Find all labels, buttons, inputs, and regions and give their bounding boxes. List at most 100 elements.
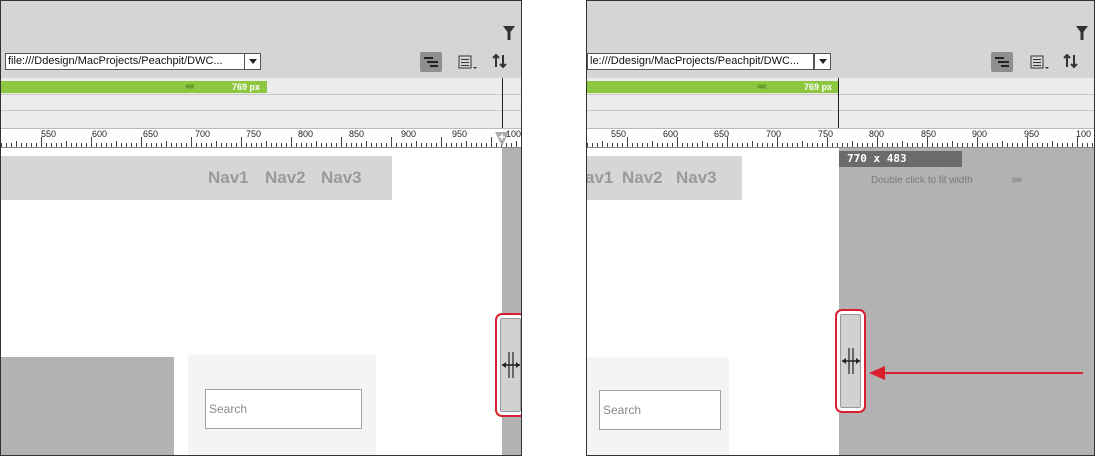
search-input[interactable]: Search xyxy=(205,389,362,429)
ruler-tick xyxy=(106,143,107,147)
ruler-tick xyxy=(1032,143,1033,147)
ruler-tick xyxy=(982,143,983,147)
add-media-query-icon[interactable] xyxy=(494,131,510,147)
ruler-tick xyxy=(702,141,703,147)
ruler-tick xyxy=(381,143,382,147)
nav-link-2[interactable]: Nav2 xyxy=(622,168,663,188)
ruler-tick xyxy=(56,143,57,147)
ruler-tick xyxy=(256,143,257,147)
ruler-tick xyxy=(231,143,232,147)
ruler-tick xyxy=(762,143,763,147)
sort-icon[interactable] xyxy=(491,52,513,72)
ruler-tick xyxy=(1047,143,1048,147)
ruler-label: 850 xyxy=(349,129,365,139)
ruler-tick xyxy=(847,143,848,147)
ruler-tick xyxy=(161,143,162,147)
code-navigator-icon[interactable] xyxy=(991,52,1013,72)
ruler-tick xyxy=(892,143,893,147)
ruler-tick xyxy=(607,143,608,147)
ruler-tick xyxy=(882,143,883,147)
ruler-tick xyxy=(131,143,132,147)
ruler-tick xyxy=(31,143,32,147)
filter-icon[interactable] xyxy=(503,26,515,40)
ruler-label: 600 xyxy=(663,129,679,139)
ruler-tick xyxy=(431,143,432,147)
ruler-tick xyxy=(722,143,723,147)
resize-handle[interactable] xyxy=(840,314,861,408)
nav-link-2[interactable]: Nav2 xyxy=(265,168,306,188)
ruler-tick xyxy=(732,143,733,147)
ruler-tick xyxy=(902,141,903,147)
ruler-tick xyxy=(386,143,387,147)
ruler-tick xyxy=(296,143,297,147)
nav-link-3[interactable]: Nav3 xyxy=(321,168,362,188)
ruler-tick xyxy=(797,143,798,147)
ruler-tick xyxy=(622,143,623,147)
ruler-tick xyxy=(376,143,377,147)
url-field[interactable]: le:///Ddesign/MacProjects/Peachpit/DWC..… xyxy=(587,53,814,70)
ruler-tick xyxy=(166,141,167,147)
dropdown-arrow-icon[interactable] xyxy=(244,53,261,70)
ruler-label: 950 xyxy=(452,129,468,139)
ruler-tick xyxy=(872,143,873,147)
ruler-tick xyxy=(436,143,437,147)
list-view-icon[interactable] xyxy=(456,52,478,72)
resize-handle[interactable] xyxy=(500,318,521,412)
ruler-tick xyxy=(111,143,112,147)
content-block xyxy=(1,357,174,455)
ruler-tick xyxy=(46,143,47,147)
ruler-tick xyxy=(136,143,137,147)
ruler-label: 750 xyxy=(818,129,834,139)
ruler-tick xyxy=(1002,141,1003,147)
resize-handle-icon xyxy=(501,352,520,378)
ruler-tick xyxy=(792,143,793,147)
document-toolbar: file:///Ddesign/MacProjects/Peachpit/DWC… xyxy=(1,1,521,78)
ruler-tick xyxy=(1017,143,1018,147)
ruler-tick xyxy=(647,143,648,147)
ruler-tick xyxy=(827,137,828,147)
code-navigator-icon[interactable] xyxy=(420,52,442,72)
nav-link-1[interactable]: av1 xyxy=(587,168,613,188)
ruler-tick xyxy=(832,143,833,147)
list-view-icon[interactable] xyxy=(1028,52,1050,72)
ruler-tick xyxy=(1,143,2,147)
ruler-tick xyxy=(1062,143,1063,147)
url-field[interactable]: file:///Ddesign/MacProjects/Peachpit/DWC… xyxy=(5,53,245,70)
ruler-tick xyxy=(466,141,467,147)
media-query-range[interactable]: ‹‹‹‹‹‹ 769 px xyxy=(1,81,267,93)
nav-link-3[interactable]: Nav3 xyxy=(676,168,717,188)
ruler-tick xyxy=(942,143,943,147)
horizontal-ruler: 550 600 650 700 750 800 850 900 950 100 xyxy=(587,128,1094,148)
ruler-tick xyxy=(36,143,37,147)
ruler-tick xyxy=(216,141,217,147)
ruler-tick xyxy=(782,143,783,147)
sort-icon[interactable] xyxy=(1062,52,1084,72)
ruler-tick xyxy=(306,143,307,147)
ruler-tick xyxy=(316,141,317,147)
media-query-range[interactable]: ‹‹‹‹‹‹ 769 px xyxy=(587,81,839,93)
ruler-tick xyxy=(26,143,27,147)
ruler-tick xyxy=(677,137,678,147)
ruler-tick xyxy=(747,143,748,147)
nav-bar: av1 Nav2 Nav3 xyxy=(587,156,742,200)
ruler-tick xyxy=(682,143,683,147)
ruler-tick xyxy=(126,143,127,147)
dropdown-arrow-icon[interactable] xyxy=(814,53,831,70)
search-input[interactable]: Search xyxy=(599,390,721,430)
filter-icon[interactable] xyxy=(1076,26,1088,40)
ruler-label: 550 xyxy=(41,129,57,139)
ruler-tick xyxy=(1072,143,1073,147)
page-overflow-area[interactable] xyxy=(839,148,1094,455)
ruler-label: 800 xyxy=(298,129,314,139)
nav-link-1[interactable]: Nav1 xyxy=(208,168,249,188)
ruler-tick xyxy=(261,143,262,147)
ruler-tick xyxy=(301,143,302,147)
ruler-tick xyxy=(937,143,938,147)
ruler-tick xyxy=(972,143,973,147)
ruler-tick xyxy=(201,143,202,147)
ruler-tick xyxy=(802,141,803,147)
ruler-tick xyxy=(1067,143,1068,147)
ruler-tick xyxy=(852,141,853,147)
ruler-tick xyxy=(76,143,77,147)
ruler-tick xyxy=(441,137,442,147)
